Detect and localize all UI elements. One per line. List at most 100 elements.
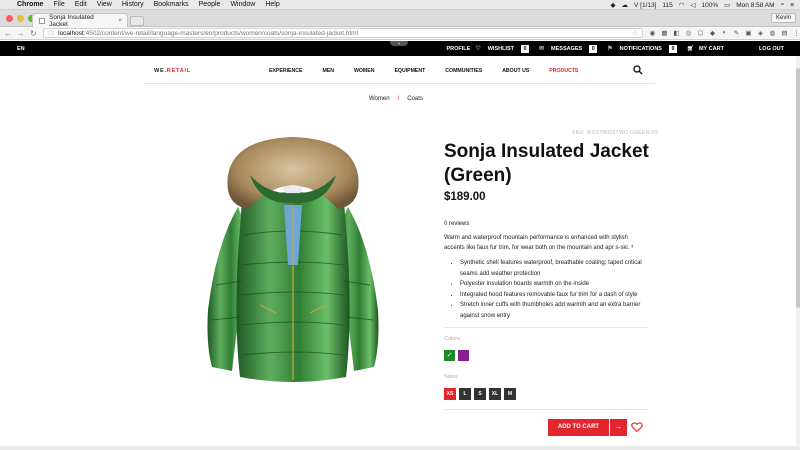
color-swatch-purple[interactable] [458,350,469,361]
chrome-menu-icon[interactable]: ⋮ [793,29,800,37]
close-tab-icon[interactable]: × [118,17,122,24]
volume-icon[interactable]: ◁ [690,1,695,9]
extension-icons: ◉ ▦ ◧ ◎ ⬡ ◆ ◐ ✎ ▣ ◈ ◍ ▤ ⋮ [649,29,800,37]
size-option-s[interactable]: S [474,388,486,400]
window-bottom-edge [0,446,800,450]
url-path: :4502/content/we-retail/language-masters… [83,29,359,37]
size-option-l[interactable]: L [459,388,471,400]
language-selector[interactable]: EN [17,46,25,52]
extension-icon[interactable]: ✎ [733,29,740,37]
extension-icon[interactable]: ◎ [685,29,692,37]
extension-icon[interactable]: ⬡ [697,29,704,37]
color-swatches: ✓ [444,350,469,361]
menu-clock[interactable]: Mon 8:58 AM [736,2,774,9]
envelope-icon: ✉ [539,46,545,52]
address-bar[interactable]: ⓘ localhost :4502/content/we-retail/lang… [43,28,643,38]
product-image [207,137,379,382]
size-option-m[interactable]: M [504,388,516,400]
favicon-icon [39,17,45,24]
battery-percent[interactable]: 100% [701,2,718,9]
messages-link[interactable]: MESSAGES [551,46,582,52]
nav-experience[interactable]: EXPERIENCE [269,68,302,74]
notifications-count-badge: 0 [668,44,677,53]
nav-men[interactable]: MEN [322,68,334,74]
cloud-icon[interactable]: ☁ [622,1,629,9]
new-tab-button[interactable] [130,16,144,26]
nav-equipment[interactable]: EQUIPMENT [394,68,425,74]
product-description: Warm and waterproof mountain performance… [444,235,634,251]
extension-icon[interactable]: ◍ [769,29,776,37]
menu-edit[interactable]: Edit [75,1,87,8]
site-logo[interactable]: WE.RETAIL [154,68,191,74]
browser-tab[interactable]: Sonja Insulated Jacket × [32,13,128,28]
wishlist-heart-icon[interactable] [631,421,643,433]
page-scrollbar[interactable] [796,56,800,450]
feature-list: Synthetic shell features waterproof, bre… [452,258,648,321]
notifications-link[interactable]: NOTIFICATIONS [620,46,662,52]
nav-products[interactable]: PRODUCTS [549,68,578,74]
breadcrumb-coats[interactable]: Coats [407,96,423,102]
extension-icon[interactable]: ▦ [661,29,668,37]
extension-icon[interactable]: ◉ [649,29,656,37]
feature-item: Synthetic shell features waterproof, bre… [460,258,648,279]
notification-center-icon[interactable]: ≡ [790,2,794,9]
add-to-cart-button[interactable]: ADD TO CART [548,419,609,436]
my-cart-link[interactable]: MY CART [699,46,724,52]
menu-app-name[interactable]: Chrome [17,1,43,8]
extension-icon[interactable]: ▣ [745,29,752,37]
menu-help[interactable]: Help [265,1,279,8]
menu-window[interactable]: Window [230,1,255,8]
main-nav: EXPERIENCE MEN WOMEN EQUIPMENT COMMUNITI… [269,68,598,74]
reload-icon[interactable]: ↻ [28,29,38,38]
wishlist-count-badge: 0 [521,44,529,53]
reviews-link[interactable]: 0 reviews [444,221,469,227]
arrow-right-icon[interactable]: → [610,419,627,436]
menu-view[interactable]: View [97,1,112,8]
battery-icon[interactable]: ▭ [724,1,730,9]
nav-about-us[interactable]: ABOUT US [502,68,529,74]
feature-item: Integrated hood features removable faux … [460,290,648,301]
menu-file[interactable]: File [53,1,64,8]
breadcrumb-separator: / [397,96,400,102]
size-option-xl[interactable]: XL [489,388,501,400]
site-navigation: WE.RETAIL EXPERIENCE MEN WOMEN EQUIPMENT… [143,56,655,84]
wishlist-link[interactable]: WISHLIST [488,46,514,52]
menu-status-area: ◆ ☁ V [1/13] 115 ◠ ◁ 100% ▭ Mon 8:58 AM … [611,0,794,10]
divider [444,409,648,410]
extension-icon[interactable]: ◆ [709,29,716,37]
minimize-window-button[interactable] [17,15,24,22]
product-title: Sonja Insulated Jacket (Green) [444,141,649,186]
scrollbar-thumb[interactable] [796,68,800,308]
wifi-icon[interactable]: ◠ [679,1,685,9]
nav-women[interactable]: WOMEN [354,68,374,74]
forward-icon[interactable]: → [16,29,26,38]
menu-history[interactable]: History [122,1,144,8]
extension-icon[interactable]: ◈ [757,29,764,37]
extension-icon[interactable]: ◐ [721,29,728,37]
close-window-button[interactable] [6,15,13,22]
status-extras[interactable]: V [1/13] [634,2,656,9]
dropbox-icon[interactable]: ◆ [611,1,616,9]
extension-icon[interactable]: ▤ [781,29,788,37]
product-sku: SKU: WOSTWOSTWO-GREEN-XS [572,130,659,136]
profile-link[interactable]: PROFILE [446,46,470,52]
cart-icon: 🛒︎ [686,45,694,52]
feature-item: Polyester insulation hoards warmth on th… [460,279,648,290]
search-icon[interactable]: ⌕ [781,1,785,9]
size-option-xs[interactable]: XS [444,388,456,400]
menu-people[interactable]: People [199,1,221,8]
extension-icon[interactable]: ◧ [673,29,680,37]
back-icon[interactable]: ← [3,29,13,38]
breadcrumb-women[interactable]: Women [369,96,390,102]
status-count[interactable]: 115 [662,2,672,9]
mac-menu-bar: Chrome File Edit View History Bookmarks … [0,0,800,10]
bookmark-star-icon[interactable]: ☆ [632,29,638,37]
menu-bookmarks[interactable]: Bookmarks [154,1,189,8]
nav-communities[interactable]: COMMUNITIES [445,68,482,74]
color-swatch-green[interactable]: ✓ [444,350,455,361]
logout-link[interactable]: LOG OUT [759,46,784,52]
chevron-down-icon[interactable]: ⌄ [390,41,408,46]
profile-button[interactable]: Kevin [770,13,796,23]
info-icon[interactable]: ⓘ [48,29,54,38]
search-icon[interactable] [633,65,643,75]
